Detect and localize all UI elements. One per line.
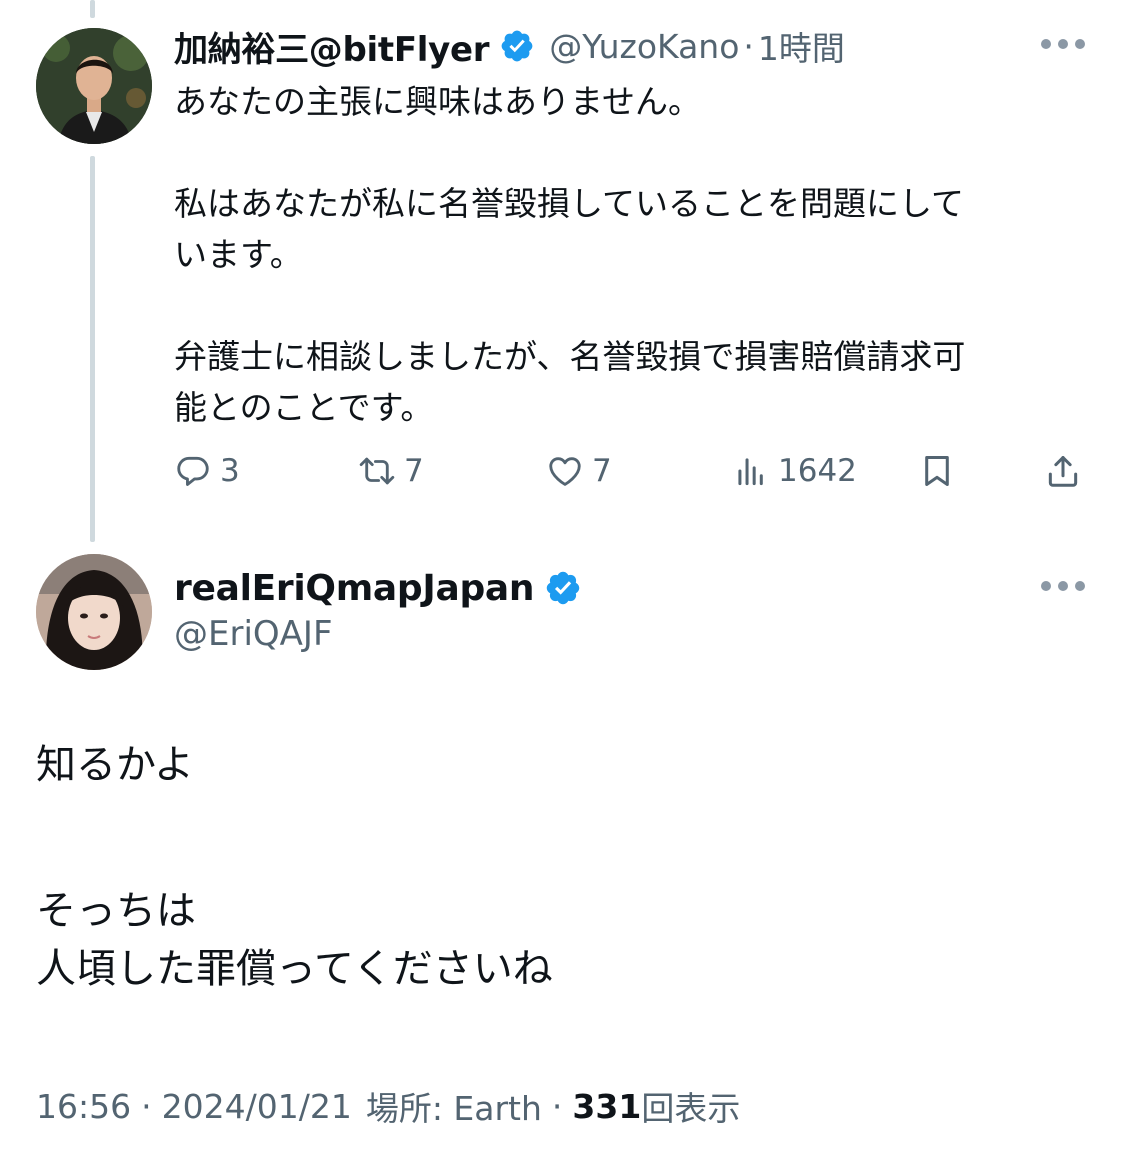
- avatar[interactable]: [36, 28, 152, 144]
- tweet-location: 場所: Earth: [365, 1089, 542, 1128]
- like-icon: [549, 457, 581, 486]
- user-handle[interactable]: @EriQAJF: [174, 614, 333, 654]
- views-count: 331: [572, 1086, 642, 1126]
- thread-connector-line: [90, 156, 95, 542]
- tweet-author-row: realEriQmapJapan: [174, 564, 582, 612]
- avatar[interactable]: [36, 554, 152, 670]
- tweet-text: 知るかよ そっちは 人頃した罪償ってくださいね: [36, 736, 1086, 998]
- like-button[interactable]: 7: [546, 448, 612, 494]
- repost-count: 7: [404, 453, 424, 489]
- bookmark-icon: [925, 456, 949, 486]
- tweet-time[interactable]: 1時間: [758, 22, 845, 70]
- tweet-text-line: そっちは: [36, 888, 196, 934]
- reply-count: 3: [220, 453, 240, 489]
- tweet-text-line: 知るかよ: [36, 742, 194, 788]
- tweet-text-line: 私はあなたが私に名誉毀損していることを問題にして: [174, 184, 965, 223]
- display-name[interactable]: 加納裕三@bitFlyer: [174, 22, 490, 71]
- verified-badge-icon: [544, 569, 582, 607]
- views-label: 回表示: [641, 1089, 741, 1128]
- thread-connector-line: [90, 0, 95, 18]
- share-icon: [1048, 456, 1078, 487]
- separator-dot: ·: [551, 1086, 563, 1126]
- more-options-icon[interactable]: [1041, 39, 1085, 51]
- tweet-text-line: あなたの主張に興味はありません。: [174, 82, 702, 121]
- verified-badge-icon: [499, 28, 535, 64]
- more-options-icon[interactable]: [1041, 581, 1085, 593]
- share-button[interactable]: [1044, 448, 1082, 494]
- tweet-text-line: 人頃した罪償ってくださいね: [36, 946, 553, 992]
- like-count: 7: [592, 453, 612, 489]
- tweet-meta: 16:56 · 2024/01/21 場所: Earth · 331 回表示: [36, 1082, 740, 1130]
- tweet-text-line: います。: [174, 235, 303, 274]
- tweet-text-line: 能とのことです。: [174, 388, 434, 427]
- tweet-time[interactable]: 16:56: [36, 1087, 131, 1126]
- reply-button[interactable]: 3: [174, 448, 240, 494]
- tweet-header: 加納裕三@bitFlyer @YuzoKano · 1時間: [174, 22, 845, 71]
- display-name[interactable]: realEriQmapJapan: [174, 568, 535, 609]
- views-icon: [738, 458, 763, 486]
- views-button[interactable]: 1642: [732, 448, 857, 494]
- tweet-actions-bar: 3 7 7 1642: [174, 448, 1086, 494]
- separator-dot: ·: [141, 1086, 152, 1126]
- tweet-text-line: 弁護士に相談しましたが、名誉毀損で損害賠償請求可: [174, 337, 966, 376]
- separator-dot: ·: [743, 26, 754, 66]
- user-handle[interactable]: @YuzoKano: [549, 27, 739, 66]
- tweet-thread-view: 加納裕三@bitFlyer @YuzoKano · 1時間 あなたの主張に興味は…: [0, 0, 1125, 1153]
- views-count: 1642: [778, 453, 857, 489]
- repost-icon: [359, 457, 395, 485]
- tweet-date[interactable]: 2024/01/21: [162, 1087, 352, 1126]
- reply-icon: [177, 456, 209, 486]
- tweet-text: あなたの主張に興味はありません。 私はあなたが私に名誉毀損していることを問題にし…: [174, 76, 1074, 433]
- bookmark-button[interactable]: [918, 448, 956, 494]
- repost-button[interactable]: 7: [358, 448, 424, 494]
